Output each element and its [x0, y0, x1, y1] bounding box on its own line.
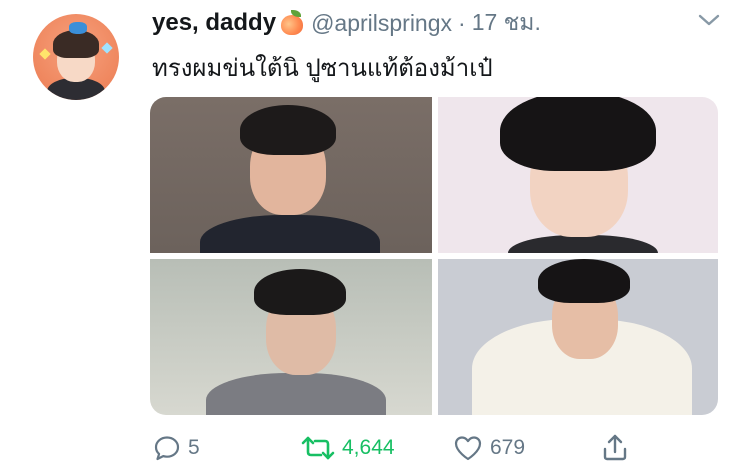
display-name[interactable]: yes, daddy [152, 9, 276, 37]
reply-button[interactable]: 5 [152, 425, 200, 471]
retweet-icon [301, 436, 335, 460]
retweet-button[interactable]: 4,644 [300, 425, 395, 471]
separator-dot: · [458, 9, 466, 36]
photo-1[interactable] [150, 97, 432, 253]
heart-icon [454, 436, 482, 461]
timestamp[interactable]: 17 ชม. [472, 5, 541, 41]
retweet-count: 4,644 [342, 436, 395, 459]
avatar[interactable] [33, 14, 119, 100]
reply-icon [154, 436, 180, 461]
avatar-bow [69, 22, 87, 34]
sparkle-icon [39, 48, 51, 60]
tweet[interactable]: yes, daddy @aprilspringx · 17 ชม. ทรงผมข… [0, 0, 750, 475]
avatar-hair [53, 30, 99, 58]
sparkle-icon [101, 42, 113, 54]
user-handle[interactable]: @aprilspringx [311, 10, 452, 37]
chevron-down-icon[interactable] [697, 12, 721, 28]
photo-3[interactable] [150, 259, 432, 415]
tweet-actions: 5 4,644 679 [0, 425, 750, 471]
tweet-header: yes, daddy @aprilspringx · 17 ชม. [152, 6, 541, 40]
share-icon [603, 434, 627, 461]
reply-count: 5 [188, 436, 200, 459]
tweet-text: ทรงผมข่นใต้นิ ปูซานแท้ต้องม้าเป๋ [152, 55, 493, 82]
photo-2[interactable] [438, 97, 718, 253]
share-button[interactable] [600, 425, 630, 471]
like-count: 679 [490, 436, 526, 459]
photo-4[interactable] [438, 259, 718, 415]
media-grid [150, 97, 718, 415]
like-button[interactable]: 679 [452, 425, 525, 471]
peach-emoji-icon [279, 10, 305, 36]
